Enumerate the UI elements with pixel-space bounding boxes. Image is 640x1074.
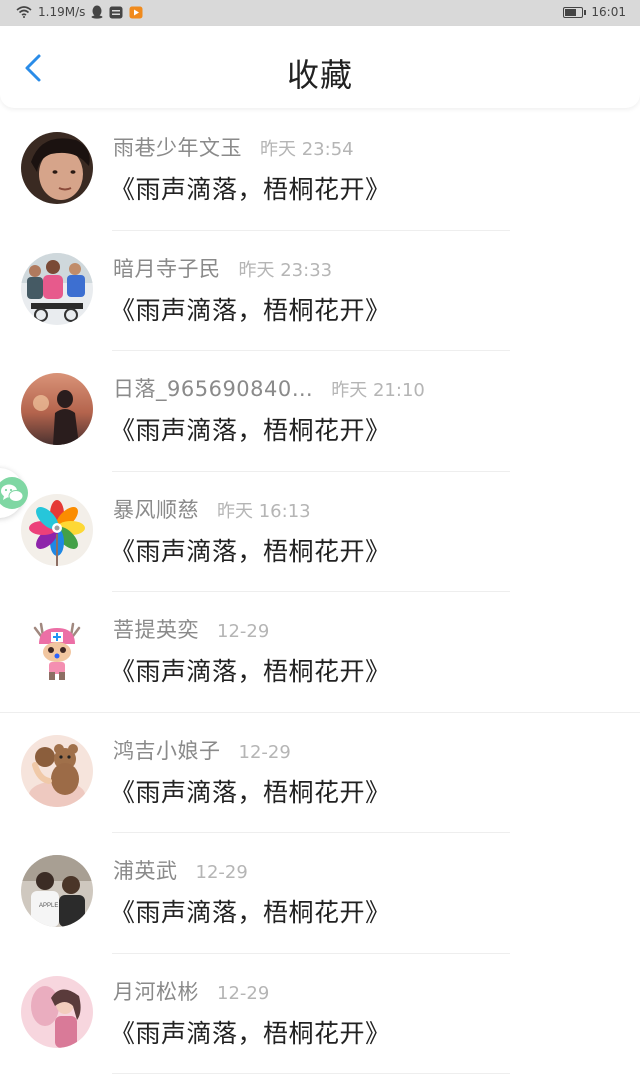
post-time: 昨天 23:33 <box>239 256 333 282</box>
post-time: 昨天 21:10 <box>331 376 425 402</box>
svg-text:APPLE: APPLE <box>39 903 58 909</box>
avatar[interactable] <box>21 494 93 566</box>
user-name: 日落_965690840… <box>113 373 313 403</box>
post-time: 昨天 23:54 <box>260 135 354 161</box>
user-name: 雨巷少年文玉 <box>113 132 242 162</box>
list-item[interactable]: 菩提英奕 12-29 《雨声滴落，梧桐花开》 <box>0 592 640 713</box>
favorite-title: 《雨声滴落，梧桐花开》 <box>110 170 391 206</box>
status-right: 16:01 <box>563 5 626 19</box>
header: 收藏 <box>0 26 640 108</box>
avatar[interactable] <box>21 614 93 686</box>
item-meta: 雨巷少年文玉 昨天 23:54 <box>113 132 354 162</box>
post-time: 12-29 <box>239 742 291 763</box>
qq-icon <box>91 5 103 19</box>
item-meta: 浦英武 12-29 <box>113 855 248 885</box>
user-name: 暗月寺子民 <box>113 253 221 283</box>
favorite-title: 《雨声滴落，梧桐花开》 <box>110 411 391 447</box>
avatar[interactable] <box>21 253 93 325</box>
favorite-title: 《雨声滴落，梧桐花开》 <box>110 652 391 688</box>
item-meta: 暗月寺子民 昨天 23:33 <box>113 253 332 283</box>
item-meta: 暴风顺慈 昨天 16:13 <box>113 494 311 524</box>
favorite-title: 《雨声滴落，梧桐花开》 <box>110 291 391 327</box>
favorite-title: 《雨声滴落，梧桐花开》 <box>110 893 391 929</box>
post-time: 昨天 16:13 <box>217 497 311 523</box>
list-item[interactable]: 雨巷少年文玉 昨天 23:54 《雨声滴落，梧桐花开》 <box>0 110 640 231</box>
item-meta: 日落_965690840… 昨天 21:10 <box>113 373 425 403</box>
message-icon <box>109 6 123 19</box>
favorite-title: 《雨声滴落，梧桐花开》 <box>110 532 391 568</box>
status-left: 1.19M/s <box>16 5 143 19</box>
avatar[interactable] <box>21 976 93 1048</box>
item-meta: 月河松彬 12-29 <box>113 976 269 1006</box>
list-item[interactable]: 暴风顺慈 昨天 16:13 《雨声滴落，梧桐花开》 <box>0 472 640 593</box>
avatar[interactable] <box>21 132 93 204</box>
favorites-list: 雨巷少年文玉 昨天 23:54 《雨声滴落，梧桐花开》 暗月寺子民 <box>0 110 640 1074</box>
list-item[interactable]: 鸿吉小娘子 12-29 《雨声滴落，梧桐花开》 <box>0 713 640 834</box>
battery-icon <box>563 7 583 18</box>
post-time: 12-29 <box>217 621 269 642</box>
user-name: 浦英武 <box>113 855 178 885</box>
status-time: 16:01 <box>591 5 626 19</box>
status-bar: 1.19M/s 16:01 <box>0 0 640 26</box>
favorite-title: 《雨声滴落，梧桐花开》 <box>110 1014 391 1050</box>
avatar[interactable] <box>21 373 93 445</box>
post-time: 12-29 <box>196 862 248 883</box>
avatar[interactable]: APPLE <box>21 855 93 927</box>
user-name: 菩提英奕 <box>113 614 199 644</box>
page-title: 收藏 <box>0 50 640 96</box>
list-item[interactable]: 月河松彬 12-29 《雨声滴落，梧桐花开》 <box>0 954 640 1074</box>
avatar[interactable] <box>21 735 93 807</box>
list-item[interactable]: 日落_965690840… 昨天 21:10 《雨声滴落，梧桐花开》 <box>0 351 640 472</box>
favorite-title: 《雨声滴落，梧桐花开》 <box>110 773 391 809</box>
user-name: 鸿吉小娘子 <box>113 735 221 765</box>
list-item[interactable]: 暗月寺子民 昨天 23:33 《雨声滴落，梧桐花开》 <box>0 231 640 352</box>
network-speed: 1.19M/s <box>38 5 85 19</box>
item-meta: 菩提英奕 12-29 <box>113 614 269 644</box>
list-item[interactable]: APPLE 浦英武 12-29 《雨声滴落，梧桐花开》 <box>0 833 640 954</box>
wifi-icon <box>16 6 32 18</box>
user-name: 月河松彬 <box>113 976 199 1006</box>
user-name: 暴风顺慈 <box>113 494 199 524</box>
item-meta: 鸿吉小娘子 12-29 <box>113 735 291 765</box>
video-app-icon <box>129 6 143 19</box>
post-time: 12-29 <box>217 983 269 1004</box>
